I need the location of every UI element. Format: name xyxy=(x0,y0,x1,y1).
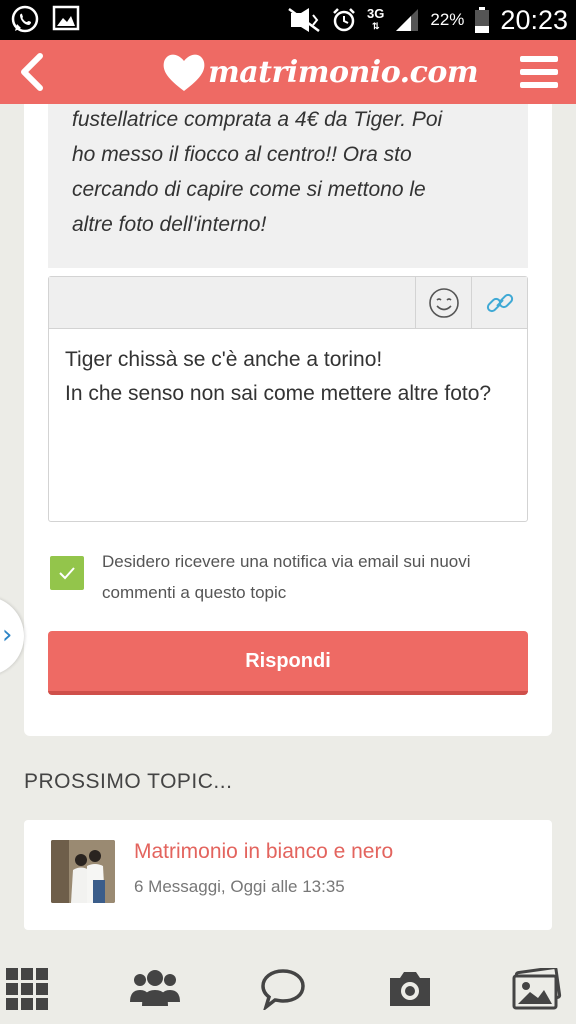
nav-grid[interactable] xyxy=(6,968,48,1014)
battery-icon xyxy=(475,7,490,33)
menu-button[interactable] xyxy=(518,54,560,90)
hamburger-icon xyxy=(520,56,558,88)
next-topic-card[interactable]: Matrimonio in bianco e nero 6 Messaggi, … xyxy=(24,820,552,930)
reply-editor[interactable]: Tiger chissà se c'è anche a torino! In c… xyxy=(48,276,528,522)
clock: 20:23 xyxy=(500,4,568,35)
app-header: matrimonio.com xyxy=(0,40,576,104)
quote-line: cercando di capire come si mettono le xyxy=(72,178,426,201)
whatsapp-icon xyxy=(11,5,39,33)
reply-button[interactable]: Rispondi xyxy=(48,631,528,695)
chevron-left-icon xyxy=(21,53,43,91)
link-icon xyxy=(486,293,513,313)
status-bar: 3G ⇅ 22% 20:23 xyxy=(0,0,576,40)
signal-icon xyxy=(396,9,419,31)
email-notification-option: Desidero ricevere una notifica via email… xyxy=(50,552,530,612)
nav-community[interactable] xyxy=(130,968,180,1014)
battery-percent: 22% xyxy=(430,10,465,29)
alarm-icon xyxy=(333,8,355,32)
emoji-button[interactable] xyxy=(415,277,471,329)
editor-toolbar xyxy=(49,277,527,329)
topic-meta: 6 Messaggi, Oggi alle 13:35 xyxy=(134,877,345,896)
editor-content[interactable]: Tiger chissà se c'è anche a torino! In c… xyxy=(65,343,515,411)
nav-camera[interactable] xyxy=(386,968,434,1014)
camera-icon xyxy=(390,972,430,1006)
grid-icon xyxy=(6,968,48,1010)
photos-icon xyxy=(512,966,562,1010)
checkmark-icon xyxy=(59,567,75,580)
bottom-nav xyxy=(0,954,576,1024)
editor-line: In che senso non sai come mettere altre … xyxy=(65,382,492,405)
notify-checkbox[interactable] xyxy=(50,556,84,590)
quote-line: altre foto dell'interno! xyxy=(72,213,267,236)
gallery-icon xyxy=(52,5,80,31)
smiley-icon xyxy=(428,288,459,318)
editor-line: Tiger chissà se c'è anche a torino! xyxy=(65,348,383,371)
topic-title[interactable]: Matrimonio in bianco e nero xyxy=(134,840,393,864)
community-icon xyxy=(130,970,180,1006)
notify-label: Desidero ricevere una notifica via email… xyxy=(102,552,471,602)
side-drawer-tab[interactable]: › xyxy=(0,596,24,676)
back-button[interactable] xyxy=(12,50,56,94)
reply-card: fustellatrice comprata a 4€ da Tiger. Po… xyxy=(24,104,552,736)
quote-line: fustellatrice comprata a 4€ da Tiger. Po… xyxy=(72,108,443,131)
heart-logo-icon xyxy=(163,54,205,91)
mute-icon xyxy=(288,7,320,33)
quote-line: ho messo il fiocco al centro!! Ora sto xyxy=(72,143,412,166)
topic-thumbnail xyxy=(51,840,115,903)
quoted-message: fustellatrice comprata a 4€ da Tiger. Po… xyxy=(48,104,528,268)
nav-photos[interactable] xyxy=(512,966,562,1014)
nav-chat[interactable] xyxy=(260,968,306,1014)
network-type: 3G ⇅ xyxy=(367,6,385,31)
site-logo[interactable]: matrimonio.com xyxy=(162,46,479,98)
chat-icon xyxy=(261,969,305,1012)
next-topic-heading: PROSSIMO TOPIC... xyxy=(24,770,233,793)
chevron-right-icon: › xyxy=(2,620,13,650)
logo-text: matrimonio.com xyxy=(208,54,479,90)
link-button[interactable] xyxy=(471,277,527,329)
